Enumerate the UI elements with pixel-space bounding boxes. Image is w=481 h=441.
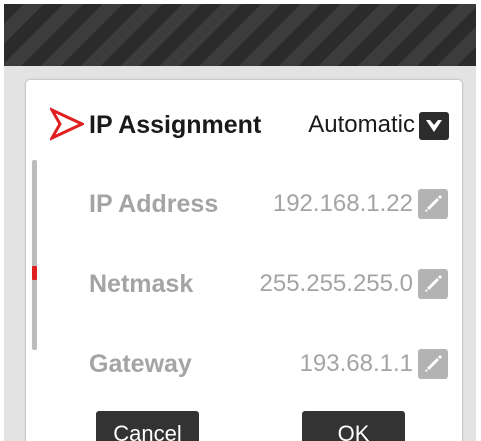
gateway-label: Gateway: [89, 350, 192, 378]
network-settings-screen: IP Assignment Automatic IP Address 192.1…: [0, 0, 481, 441]
gateway-edit-button[interactable]: [418, 349, 448, 379]
scrollbar-track[interactable]: [32, 160, 37, 350]
pencil-icon: [425, 275, 442, 292]
netmask-value: 255.255.255.0: [259, 270, 413, 297]
chevron-down-icon: [426, 120, 442, 132]
ok-button[interactable]: OK: [302, 411, 405, 441]
pencil-icon: [425, 355, 442, 372]
scrollbar-thumb[interactable]: [32, 266, 37, 280]
ip-assignment-label: IP Assignment: [89, 111, 262, 139]
cancel-button[interactable]: Cancel: [96, 411, 199, 441]
ip-address-edit-button[interactable]: [418, 189, 448, 219]
gateway-value: 193.68.1.1: [299, 350, 413, 377]
ip-address-value: 192.168.1.22: [272, 190, 413, 217]
ip-assignment-value[interactable]: Automatic: [308, 110, 415, 140]
netmask-label: Netmask: [89, 270, 194, 298]
ip-assignment-dropdown-button[interactable]: [419, 112, 449, 140]
header-bar: [4, 4, 476, 66]
netmask-edit-button[interactable]: [418, 269, 448, 299]
chevron-right-outline-icon: [50, 107, 84, 141]
ip-address-label: IP Address: [89, 190, 219, 218]
pencil-icon: [425, 195, 442, 212]
